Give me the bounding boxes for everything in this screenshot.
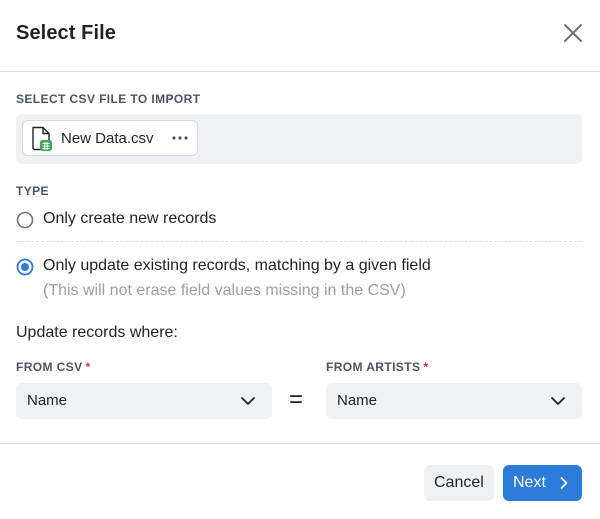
radio-selected-icon [16,258,34,276]
from-csv-select[interactable]: Name [16,383,272,419]
from-csv-label-text: FROM CSV [16,360,83,374]
dialog-header: Select File [0,0,600,72]
required-mark: * [85,360,91,374]
required-mark: * [423,360,429,374]
from-artists-select[interactable]: Name [326,383,582,419]
file-chip[interactable]: New Data.csv [22,120,198,156]
next-button[interactable]: Next [503,465,582,501]
from-artists-value: Name [337,392,378,409]
file-drop-area[interactable]: New Data.csv [16,114,582,164]
radio-label: Only create new records [43,210,217,227]
radio-hint: (This will not erase field values missin… [43,282,406,299]
close-button[interactable] [562,22,584,44]
option-divider [16,241,582,242]
csv-file-icon [32,126,52,151]
cancel-button-label: Cancel [434,474,484,491]
chevron-down-icon [241,397,255,405]
next-button-label: Next [513,474,546,491]
equals-sign: = [289,386,304,413]
update-records-heading: Update records where: [16,324,178,341]
file-name: New Data.csv [61,130,154,147]
dialog-footer: Cancel Next [0,443,600,519]
dialog-title: Select File [16,22,117,44]
radio-create-new-records[interactable]: Only create new records [16,210,256,232]
cancel-button[interactable]: Cancel [424,465,494,501]
from-csv-value: Name [27,392,68,409]
select-file-dialog: Select File SELECT CSV FILE TO IMPORT Ne… [0,0,600,519]
from-artists-label-text: FROM ARTISTS [326,360,421,374]
from-csv-label: FROM CSV * [16,360,91,374]
ellipsis-icon [172,136,188,140]
file-options-button[interactable] [169,128,191,148]
chevron-right-icon [560,477,568,489]
file-section-label: SELECT CSV FILE TO IMPORT [16,92,201,106]
radio-update-existing-records[interactable]: Only update existing records, matching b… [16,257,476,279]
radio-label: Only update existing records, matching b… [43,257,431,274]
radio-unselected-icon [16,211,34,229]
close-icon [564,24,582,42]
type-section-label: TYPE [16,184,49,198]
from-artists-label: FROM ARTISTS * [326,360,428,374]
chevron-down-icon [551,397,565,405]
